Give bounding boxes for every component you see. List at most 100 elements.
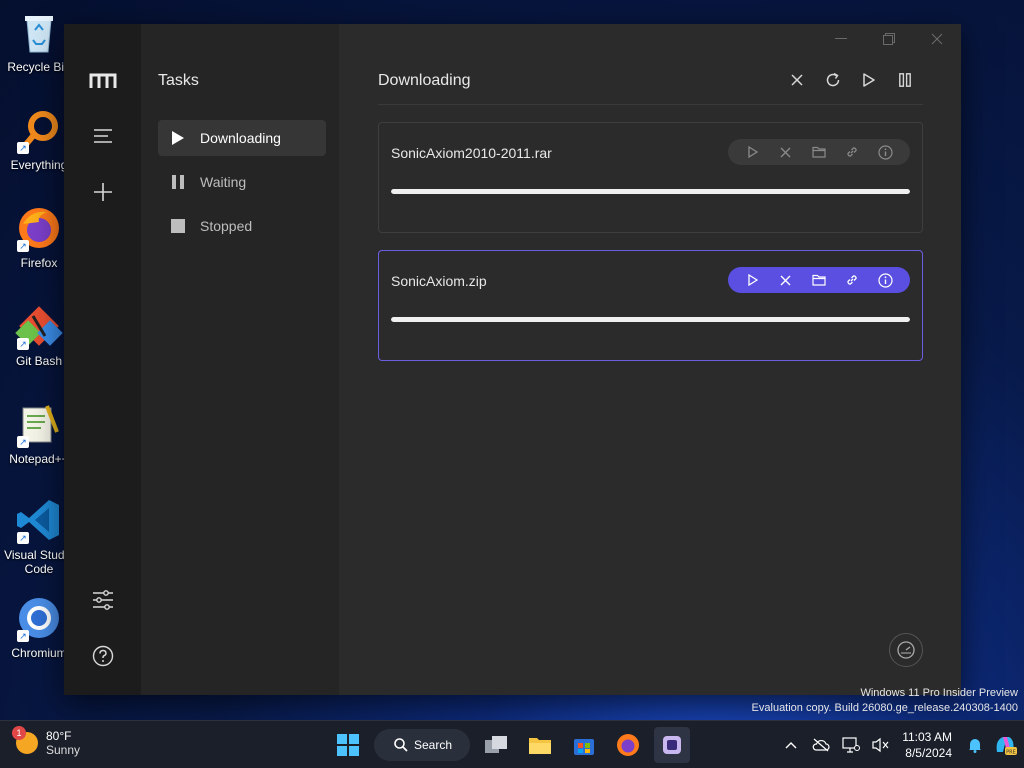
maximize-icon [883,33,895,45]
firefox-taskbar-button[interactable] [610,727,646,763]
sun-icon: 1 [12,726,38,754]
start-button[interactable] [330,727,366,763]
minimize-button[interactable] [817,24,865,54]
download-manager-taskbar-button[interactable] [654,727,690,763]
network-button[interactable] [836,730,866,760]
close-window-button[interactable] [913,24,961,54]
search-label: Search [414,738,453,752]
refresh-button[interactable] [815,68,851,92]
play-icon [863,73,875,87]
task-name: SonicAxiom.zip [391,273,487,289]
tasks-menu-button[interactable] [86,119,120,153]
pause-icon [899,73,911,87]
info-icon [878,272,893,288]
close-icon [780,275,791,285]
sidebar-item-label: Downloading [200,130,281,146]
weather-widget[interactable]: 1 80°F Sunny [12,726,81,757]
add-task-button[interactable] [86,175,120,209]
sidebar-item-label: Waiting [200,174,247,190]
weather-temp: 80°F [46,729,72,743]
window-controls [817,24,961,56]
play-icon [170,130,186,146]
pause-all-button[interactable] [887,68,923,92]
close-icon [791,74,803,86]
clock[interactable]: 11:03 AM 8/5/2024 [896,729,960,761]
sidebar-item-downloading[interactable]: Downloading [158,120,326,156]
sidebar-item-waiting[interactable]: Waiting [158,164,326,200]
volume-muted-icon [872,737,889,753]
task-delete-button[interactable] [775,269,797,291]
weather-condition: Sunny [46,743,81,757]
play-icon [747,274,758,286]
play-icon [747,146,758,158]
cloud-off-icon [812,738,830,752]
download-manager-icon [663,736,681,754]
notifications-button[interactable] [960,730,990,760]
sliders-icon [93,590,113,610]
close-icon [780,147,791,157]
volume-button[interactable] [866,730,896,760]
resume-all-button[interactable] [851,68,887,92]
info-icon [878,144,893,160]
task-open-folder-button[interactable] [808,141,830,163]
app-window: Tasks Downloading Waiting Stopped Downlo… [64,24,961,695]
task-card[interactable]: SonicAxiom.zip [378,250,923,361]
task-view-icon [485,736,507,753]
speed-limit-button[interactable] [889,633,923,667]
help-button[interactable] [86,639,120,673]
task-info-button[interactable] [874,269,896,291]
pause-icon [170,174,186,190]
speedometer-icon [897,641,915,659]
taskbar: 1 80°F Sunny Search 11:03 AM 8/5/2024 PR… [0,720,1024,768]
folder-icon [812,274,826,286]
task-card[interactable]: SonicAxiom2010-2011.rar [378,122,923,233]
sidebar-item-label: Stopped [200,218,253,234]
task-resume-button[interactable] [742,269,764,291]
task-toolbar [779,68,923,92]
folder-icon [812,146,826,158]
task-progress-fill [391,189,910,194]
task-copy-link-button[interactable] [841,141,863,163]
copilot-button[interactable]: PRE [990,730,1020,760]
maximize-button[interactable] [865,24,913,54]
git-bash-icon: ↗ [15,302,63,350]
taskbar-search[interactable]: Search [374,729,470,761]
link-icon [847,147,857,157]
watermark-line: Evaluation copy. Build 26080.ge_release.… [751,702,1018,714]
task-delete-button[interactable] [775,141,797,163]
task-actions [728,139,910,165]
task-open-folder-button[interactable] [808,269,830,291]
preferences-button[interactable] [86,583,120,617]
help-icon [92,645,114,667]
svg-text:PRE: PRE [1006,750,1016,756]
task-copy-link-button[interactable] [841,269,863,291]
stop-icon [170,218,186,234]
vscode-icon: ↗ [15,496,63,544]
main-panel: Downloading SonicAxiom2010-2011.rar Soni… [339,24,961,695]
network-icon [842,737,861,753]
link-icon [847,275,857,285]
folder-icon [529,738,551,754]
onedrive-button[interactable] [806,730,836,760]
windows-icon [337,734,359,756]
delete-all-button[interactable] [779,68,815,92]
store-icon [574,739,594,755]
task-view-button[interactable] [478,727,514,763]
notepad-plus-plus-icon: ↗ [15,400,63,448]
store-button[interactable] [566,727,602,763]
file-explorer-button[interactable] [522,727,558,763]
task-resume-button[interactable] [742,141,764,163]
firefox-icon: ↗ [15,204,63,252]
sidebar-item-stopped[interactable]: Stopped [158,208,326,244]
notification-badge: 1 [12,726,26,740]
watermark-line: Windows 11 Pro Insider Preview [860,687,1018,699]
show-hidden-icons-button[interactable] [776,730,806,760]
header-divider [378,104,923,105]
chevron-up-icon [785,742,797,749]
menu-icon [94,129,112,143]
clock-date: 8/5/2024 [905,746,952,760]
page-title: Downloading [378,72,471,89]
task-info-button[interactable] [874,141,896,163]
everything-icon: ↗ [15,106,63,154]
nav-rail [64,24,141,695]
